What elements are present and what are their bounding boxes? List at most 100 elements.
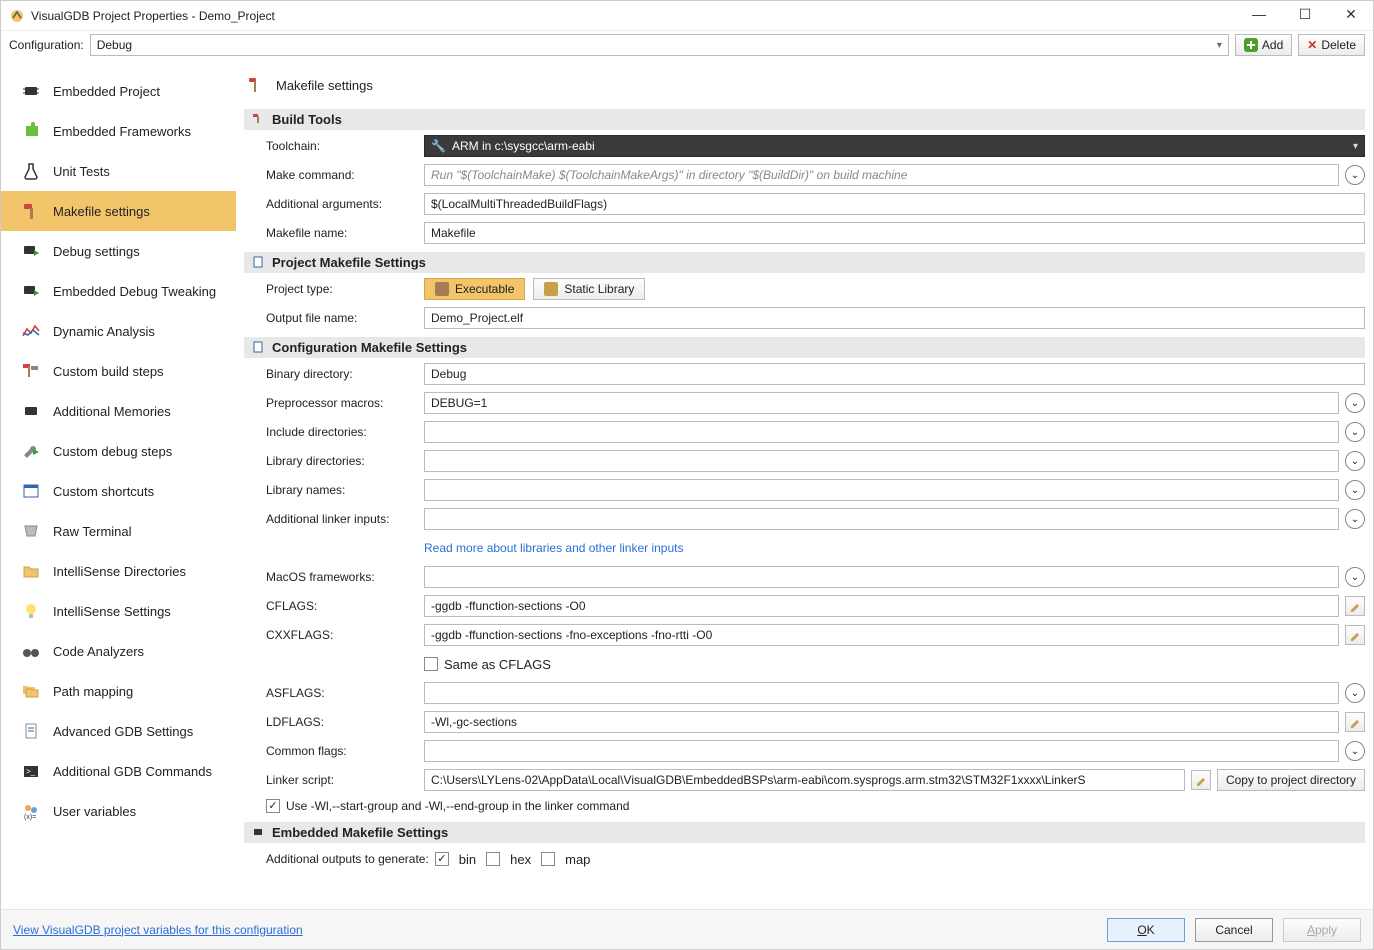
chip2-icon bbox=[19, 399, 43, 423]
additional-linker-input[interactable] bbox=[424, 508, 1339, 530]
macos-frameworks-input[interactable] bbox=[424, 566, 1339, 588]
cancel-button[interactable]: Cancel bbox=[1195, 918, 1273, 942]
use-wl-group-checkbox[interactable] bbox=[266, 799, 280, 813]
view-variables-link[interactable]: View VisualGDB project variables for thi… bbox=[13, 923, 1097, 937]
plus-icon bbox=[1244, 38, 1258, 52]
common-flags-input[interactable] bbox=[424, 740, 1339, 762]
sidebar-item-makefile-settings[interactable]: Makefile settings bbox=[1, 191, 236, 231]
flask-icon bbox=[19, 159, 43, 183]
library-names-expand-button[interactable]: ⌄ bbox=[1345, 480, 1365, 500]
library-dirs-label: Library directories: bbox=[244, 454, 424, 468]
x-icon: ✕ bbox=[1307, 38, 1317, 52]
preprocessor-input[interactable]: DEBUG=1 bbox=[424, 392, 1339, 414]
cflags-edit-button[interactable] bbox=[1345, 596, 1365, 616]
ldflags-label: LDFLAGS: bbox=[244, 715, 424, 729]
sidebar-item-intellisense-directories[interactable]: IntelliSense Directories bbox=[1, 551, 236, 591]
static-library-toggle[interactable]: Static Library bbox=[533, 278, 645, 300]
sidebar-item-path-mapping[interactable]: Path mapping bbox=[1, 671, 236, 711]
map-label: map bbox=[565, 852, 590, 867]
sidebar-item-label: Custom shortcuts bbox=[53, 484, 154, 499]
toolchain-combo[interactable]: 🔧ARM in c:\sysgcc\arm-eabi bbox=[424, 135, 1365, 157]
page-title: Makefile settings bbox=[276, 78, 373, 93]
asflags-label: ASFLAGS: bbox=[244, 686, 424, 700]
sidebar-item-additional-memories[interactable]: Additional Memories bbox=[1, 391, 236, 431]
sidebar-item-custom-build-steps[interactable]: Custom build steps bbox=[1, 351, 236, 391]
sidebar-item-custom-shortcuts[interactable]: Custom shortcuts bbox=[1, 471, 236, 511]
linker-script-edit-button[interactable] bbox=[1191, 770, 1211, 790]
maximize-button[interactable]: ☐ bbox=[1291, 6, 1319, 26]
folder-icon bbox=[19, 559, 43, 583]
linker-script-input[interactable]: C:\Users\LYLens-02\AppData\Local\VisualG… bbox=[424, 769, 1185, 791]
sidebar-item-debug-settings[interactable]: Debug settings bbox=[1, 231, 236, 271]
ok-button[interactable]: OOKK bbox=[1107, 918, 1185, 942]
toolchain-label: Toolchain: bbox=[244, 139, 424, 153]
sidebar-item-label: Code Analyzers bbox=[53, 644, 144, 659]
section-project-makefile: Project Makefile Settings bbox=[244, 252, 1365, 273]
delete-config-button[interactable]: ✕Delete bbox=[1298, 34, 1365, 56]
macos-frameworks-expand-button[interactable]: ⌄ bbox=[1345, 567, 1365, 587]
output-file-label: Output file name: bbox=[244, 311, 424, 325]
library-dirs-input[interactable] bbox=[424, 450, 1339, 472]
doc-small-icon bbox=[252, 341, 266, 355]
binary-dir-input[interactable]: Debug bbox=[424, 363, 1365, 385]
preprocessor-expand-button[interactable]: ⌄ bbox=[1345, 393, 1365, 413]
cxxflags-edit-button[interactable] bbox=[1345, 625, 1365, 645]
sidebar-item-label: IntelliSense Settings bbox=[53, 604, 171, 619]
common-flags-expand-button[interactable]: ⌄ bbox=[1345, 741, 1365, 761]
sidebar-item-raw-terminal[interactable]: Raw Terminal bbox=[1, 511, 236, 551]
map-checkbox[interactable] bbox=[541, 852, 555, 866]
output-file-input[interactable]: Demo_Project.elf bbox=[424, 307, 1365, 329]
sidebar-item-label: Additional GDB Commands bbox=[53, 764, 212, 779]
terminal-icon: >_ bbox=[19, 759, 43, 783]
include-dirs-input[interactable] bbox=[424, 421, 1339, 443]
minimize-button[interactable]: — bbox=[1245, 6, 1273, 26]
include-dirs-expand-button[interactable]: ⌄ bbox=[1345, 422, 1365, 442]
configuration-combo[interactable]: Debug bbox=[90, 34, 1229, 56]
sidebar-item-embedded-debug-tweaking[interactable]: Embedded Debug Tweaking bbox=[1, 271, 236, 311]
doc-small-icon bbox=[252, 256, 266, 270]
copy-to-project-button[interactable]: Copy to project directory bbox=[1217, 769, 1365, 791]
close-button[interactable]: ✕ bbox=[1337, 6, 1365, 26]
sidebar: Embedded Project Embedded Frameworks Uni… bbox=[1, 59, 236, 909]
main-content: Makefile settings Build Tools Toolchain:… bbox=[236, 59, 1373, 909]
linker-help-link[interactable]: Read more about libraries and other link… bbox=[424, 541, 683, 555]
library-dirs-expand-button[interactable]: ⌄ bbox=[1345, 451, 1365, 471]
additional-linker-expand-button[interactable]: ⌄ bbox=[1345, 509, 1365, 529]
library-names-input[interactable] bbox=[424, 479, 1339, 501]
make-command-input[interactable]: Run "$(ToolchainMake) $(ToolchainMakeArg… bbox=[424, 164, 1339, 186]
executable-toggle[interactable]: Executable bbox=[424, 278, 525, 300]
add-config-button[interactable]: Add bbox=[1235, 34, 1292, 56]
sidebar-item-unit-tests[interactable]: Unit Tests bbox=[1, 151, 236, 191]
bin-checkbox[interactable] bbox=[435, 852, 449, 866]
sidebar-item-custom-debug-steps[interactable]: Custom debug steps bbox=[1, 431, 236, 471]
cflags-input[interactable]: -ggdb -ffunction-sections -O0 bbox=[424, 595, 1339, 617]
ldflags-edit-button[interactable] bbox=[1345, 712, 1365, 732]
sidebar-item-user-variables[interactable]: (x)=User variables bbox=[1, 791, 236, 831]
makefile-name-input[interactable]: Makefile bbox=[424, 222, 1365, 244]
sidebar-item-embedded-project[interactable]: Embedded Project bbox=[1, 71, 236, 111]
ldflags-input[interactable]: -Wl,-gc-sections bbox=[424, 711, 1339, 733]
chip-play2-icon bbox=[19, 279, 43, 303]
apply-button[interactable]: Apply bbox=[1283, 918, 1361, 942]
same-as-cflags-checkbox[interactable] bbox=[424, 657, 438, 671]
cxxflags-input[interactable]: -ggdb -ffunction-sections -fno-exception… bbox=[424, 624, 1339, 646]
hex-checkbox[interactable] bbox=[486, 852, 500, 866]
folders-icon bbox=[19, 679, 43, 703]
additional-args-input[interactable]: $(LocalMultiThreadedBuildFlags) bbox=[424, 193, 1365, 215]
sidebar-item-intellisense-settings[interactable]: IntelliSense Settings bbox=[1, 591, 236, 631]
sidebar-item-advanced-gdb-settings[interactable]: Advanced GDB Settings bbox=[1, 711, 236, 751]
common-flags-label: Common flags: bbox=[244, 744, 424, 758]
make-command-expand-button[interactable]: ⌄ bbox=[1345, 165, 1365, 185]
sidebar-item-dynamic-analysis[interactable]: Dynamic Analysis bbox=[1, 311, 236, 351]
sidebar-item-additional-gdb-commands[interactable]: >_ Additional GDB Commands bbox=[1, 751, 236, 791]
asflags-input[interactable] bbox=[424, 682, 1339, 704]
asflags-expand-button[interactable]: ⌄ bbox=[1345, 683, 1365, 703]
bin-label: bin bbox=[459, 852, 476, 867]
sidebar-item-code-analyzers[interactable]: Code Analyzers bbox=[1, 631, 236, 671]
sidebar-item-embedded-frameworks[interactable]: Embedded Frameworks bbox=[1, 111, 236, 151]
include-dirs-label: Include directories: bbox=[244, 425, 424, 439]
svg-text:(x)=: (x)= bbox=[24, 814, 36, 821]
doc-icon bbox=[19, 719, 43, 743]
library-names-label: Library names: bbox=[244, 483, 424, 497]
cflags-label: CFLAGS: bbox=[244, 599, 424, 613]
